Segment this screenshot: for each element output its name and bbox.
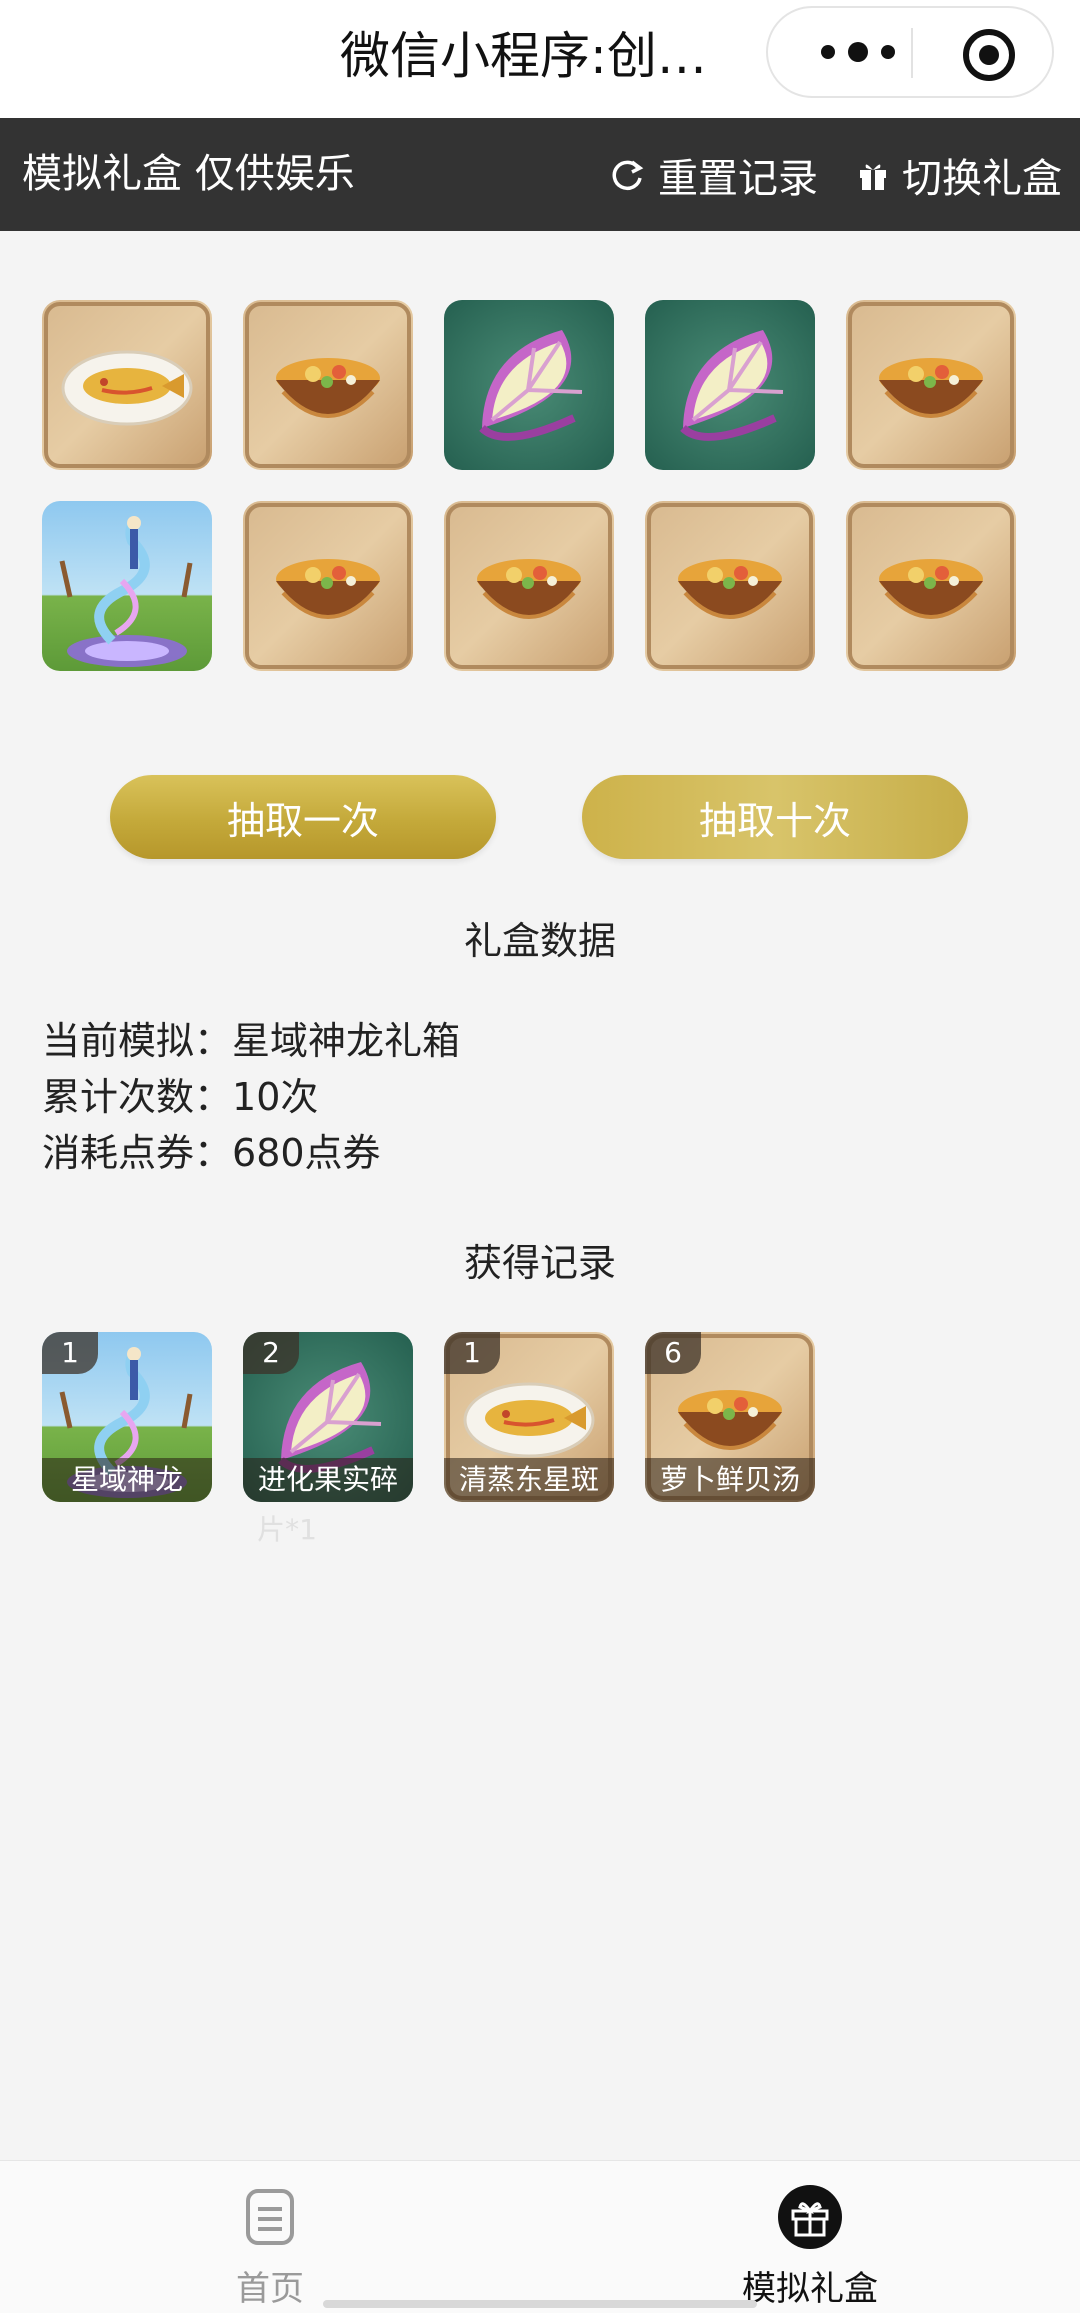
record-count: 2 xyxy=(243,1332,299,1374)
soup-bowl-icon xyxy=(645,501,815,671)
result-item-soup-bowl xyxy=(846,300,1016,470)
record-count: 1 xyxy=(42,1332,98,1374)
record-item: 1 星域神龙 xyxy=(42,1332,212,1502)
result-item-soup-bowl xyxy=(645,501,815,671)
reset-records-label: 重置记录 xyxy=(658,155,818,202)
record-name: 进化果实碎 xyxy=(243,1458,413,1502)
result-item-soup-bowl xyxy=(846,501,1016,671)
fruit-fragment-icon xyxy=(444,300,614,470)
mini-program-title: 微信小程序:创… xyxy=(340,27,707,85)
home-indicator xyxy=(323,2300,757,2308)
record-item: 2 进化果实碎 xyxy=(243,1332,413,1502)
fish-dish-icon xyxy=(42,300,212,470)
record-count: 6 xyxy=(645,1332,701,1374)
more-dots-icon[interactable] xyxy=(808,32,908,72)
wechat-capsule xyxy=(766,6,1054,98)
result-item-fish-dish xyxy=(42,300,212,470)
stat-total: 累计次数： 10次 xyxy=(42,1069,460,1125)
stat-cost: 消耗点券： 680点券 xyxy=(42,1125,460,1181)
refresh-icon xyxy=(612,160,644,190)
result-item-soup-bowl xyxy=(243,300,413,470)
reset-records-button[interactable]: 重置记录 xyxy=(610,118,818,231)
draw-ten-button[interactable]: 抽取十次 xyxy=(582,775,968,859)
result-item-dragon-mount xyxy=(42,501,212,671)
stat-cost-label: 消耗点券： xyxy=(42,1131,233,1175)
box-data-title: 礼盒数据 xyxy=(463,919,616,963)
record-count: 1 xyxy=(444,1332,500,1374)
capsule-divider xyxy=(911,28,913,78)
record-name-overflow: 片*1 xyxy=(257,1513,317,1546)
gift-icon xyxy=(860,163,886,190)
record-name: 萝卜鲜贝汤 xyxy=(645,1458,815,1502)
soup-bowl-icon xyxy=(444,501,614,671)
records-title: 获得记录 xyxy=(463,1241,616,1285)
tab-home[interactable]: 首页 xyxy=(0,2161,540,2313)
soup-bowl-icon xyxy=(243,501,413,671)
bottom-tab-bar: 首页 模拟礼盒 xyxy=(0,2160,1080,2313)
record-item: 1 清蒸东星斑 xyxy=(444,1332,614,1502)
gift-icon xyxy=(778,2185,842,2249)
switch-box-button[interactable]: 切换礼盒 xyxy=(858,118,1062,231)
draw-once-button[interactable]: 抽取一次 xyxy=(110,775,496,859)
result-item-fruit-fragment xyxy=(444,300,614,470)
record-name: 星域神龙 xyxy=(42,1458,212,1502)
soup-bowl-icon xyxy=(846,501,1016,671)
result-item-soup-bowl xyxy=(444,501,614,671)
fruit-fragment-icon xyxy=(645,300,815,470)
target-close-icon[interactable] xyxy=(962,28,1016,82)
stat-total-value: 10次 xyxy=(232,1075,319,1119)
soup-bowl-icon xyxy=(846,300,1016,470)
box-stats: 当前模拟： 星域神龙礼箱 累计次数： 10次 消耗点券： 680点券 xyxy=(42,1013,460,1181)
stat-current: 当前模拟： 星域神龙礼箱 xyxy=(42,1013,460,1069)
dragon-mount-icon xyxy=(42,501,212,671)
wechat-nav-bar: 微信小程序:创… xyxy=(0,0,1080,118)
record-name: 清蒸东星斑 xyxy=(444,1458,614,1502)
document-icon xyxy=(246,2189,294,2245)
tab-gift-box[interactable]: 模拟礼盒 xyxy=(540,2161,1080,2313)
record-item: 6 萝卜鲜贝汤 xyxy=(645,1332,815,1502)
soup-bowl-icon xyxy=(243,300,413,470)
stat-current-value: 星域神龙礼箱 xyxy=(232,1019,461,1063)
stat-total-label: 累计次数： xyxy=(42,1075,233,1119)
switch-box-label: 切换礼盒 xyxy=(902,155,1062,202)
result-item-soup-bowl xyxy=(243,501,413,671)
app-header: 模拟礼盒 仅供娱乐 重置记录 切换礼盒 xyxy=(0,118,1080,231)
stat-current-label: 当前模拟： xyxy=(42,1019,233,1063)
header-title: 模拟礼盒 仅供娱乐 xyxy=(22,151,355,197)
result-item-fruit-fragment xyxy=(645,300,815,470)
stat-cost-value: 680点券 xyxy=(232,1131,381,1175)
